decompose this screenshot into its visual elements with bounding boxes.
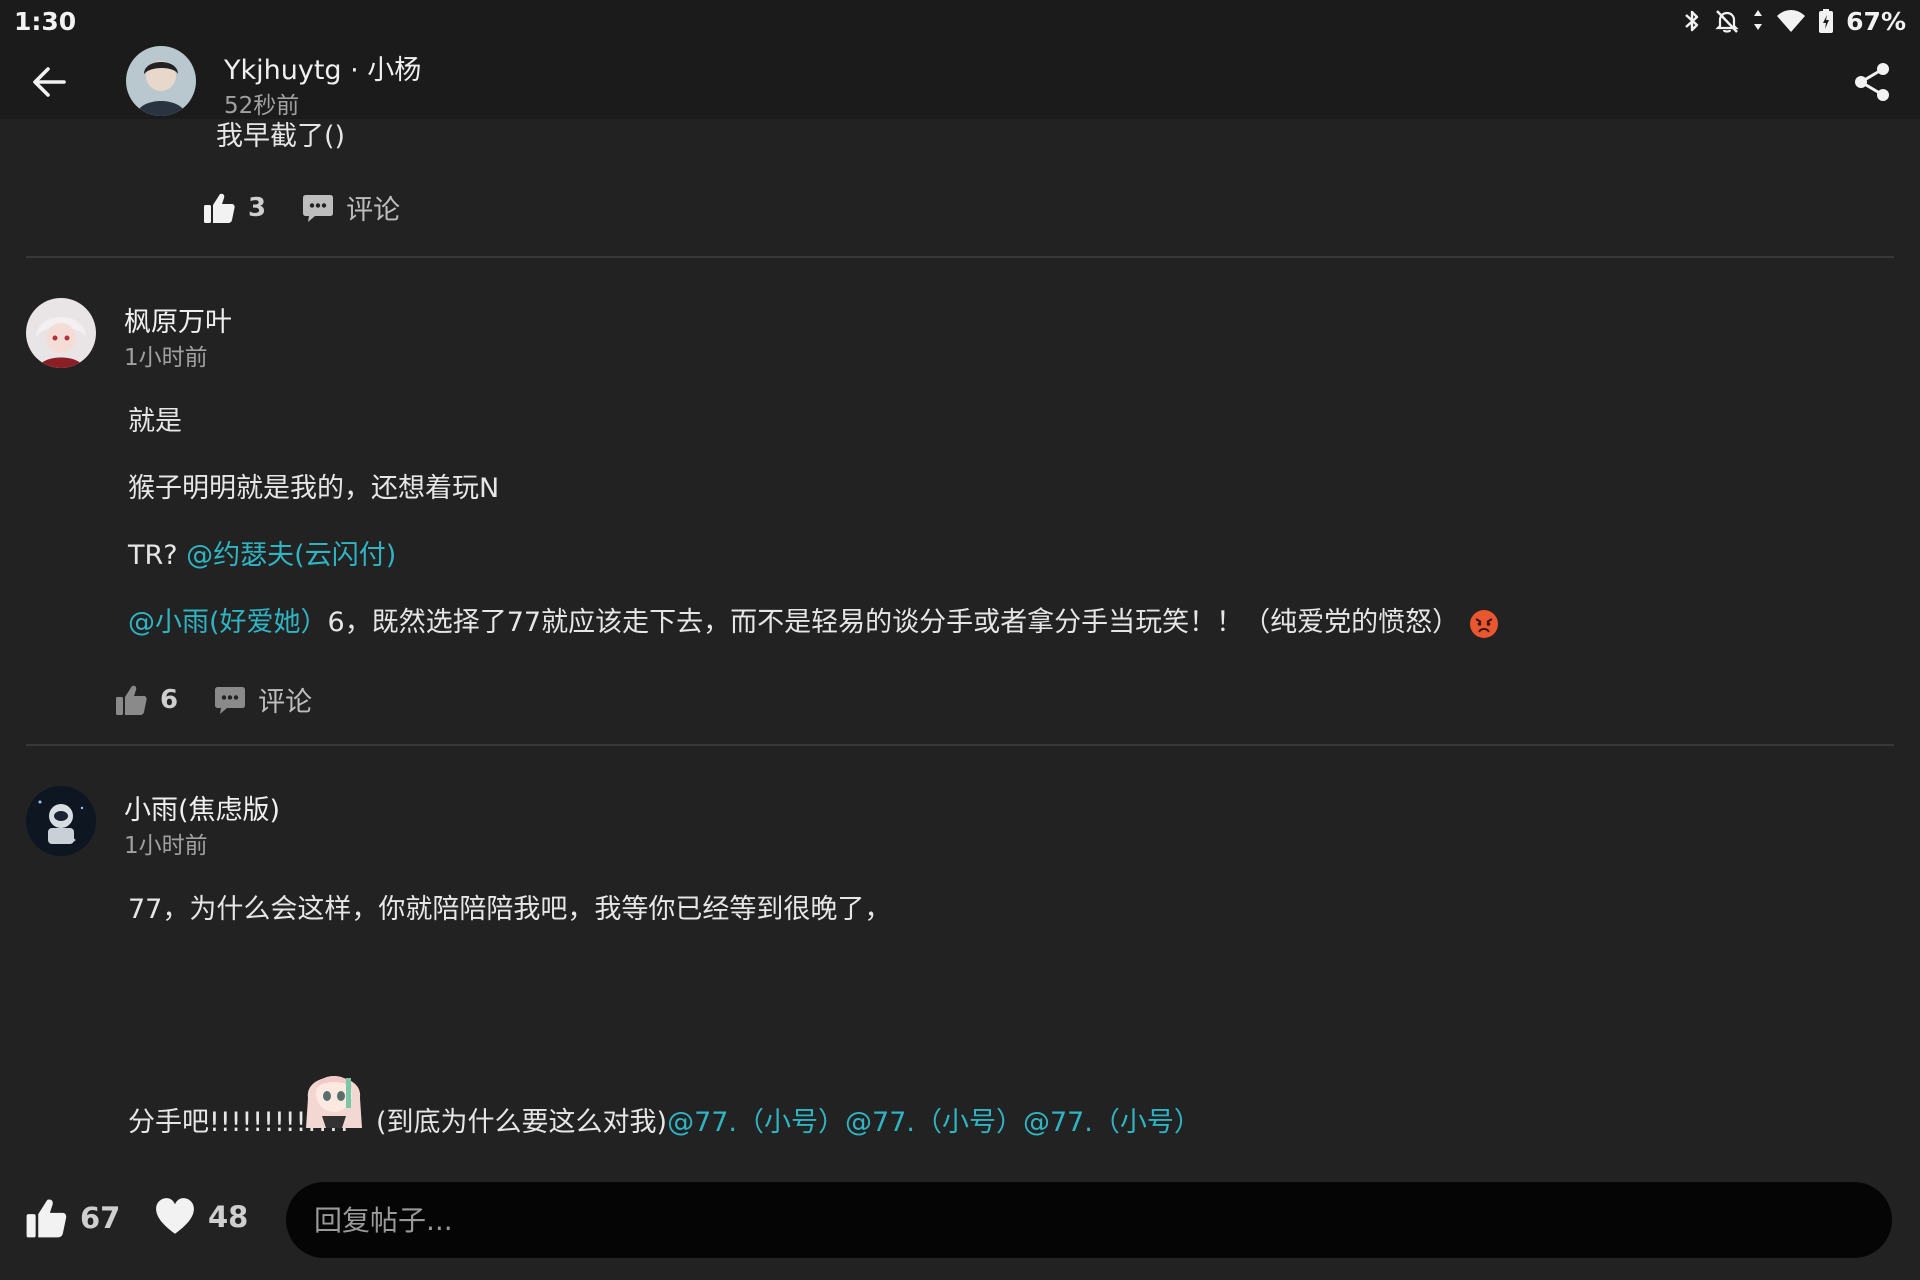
reply-actions: 6 评论 bbox=[114, 680, 312, 719]
mention-link[interactable]: @约瑟夫(云闪付) bbox=[186, 540, 396, 571]
text-segment: 6，既然选择了77就应该走下去，而不是轻易的谈分手或者拿分手当玩笑！！（纯爱党的… bbox=[327, 607, 1460, 638]
reply-text-line: 就是 bbox=[128, 406, 182, 437]
post-time: 52秒前 bbox=[224, 93, 300, 119]
comment-icon bbox=[303, 194, 334, 222]
reply-author-name[interactable]: 枫原万叶 bbox=[124, 300, 232, 339]
status-icons: 67% bbox=[1682, 7, 1906, 36]
reply-input[interactable] bbox=[286, 1182, 1892, 1258]
thumbs-up-icon bbox=[116, 685, 147, 715]
reply-author-name[interactable]: 小雨(焦虑版) bbox=[124, 788, 280, 827]
reply-time: 1小时前 bbox=[124, 833, 208, 859]
thumbs-up-icon bbox=[204, 193, 235, 223]
comment-label: 评论 bbox=[258, 687, 313, 718]
post-like-count: 67 bbox=[80, 1201, 121, 1235]
heart-icon bbox=[156, 1198, 194, 1234]
bluetooth-icon bbox=[1685, 10, 1699, 32]
reply-text-line: TR? @约瑟夫(云闪付) bbox=[128, 533, 396, 572]
reply-time: 1小时前 bbox=[124, 345, 208, 371]
divider bbox=[26, 256, 1894, 258]
reply-actions: 3 评论 bbox=[202, 188, 400, 227]
share-icon bbox=[1855, 63, 1889, 101]
comment-button[interactable]: 评论 bbox=[302, 188, 400, 227]
share-button[interactable] bbox=[1852, 60, 1892, 104]
like-button[interactable]: 3 bbox=[202, 191, 266, 225]
bell-off-icon bbox=[1715, 10, 1739, 33]
bottom-action-bar: 67 48 bbox=[0, 1176, 1920, 1280]
status-time: 1:30 bbox=[14, 6, 77, 36]
comment-label: 评论 bbox=[346, 195, 401, 226]
divider bbox=[26, 744, 1894, 746]
like-count: 3 bbox=[248, 192, 267, 223]
text-segment: TR? bbox=[128, 540, 187, 571]
angry-face-icon bbox=[1470, 609, 1499, 638]
reply-text-line: 猴子明明就是我的，还想着玩N bbox=[128, 473, 500, 504]
like-count: 6 bbox=[160, 684, 179, 715]
avatar[interactable] bbox=[26, 298, 96, 368]
battery-icon bbox=[1819, 9, 1834, 33]
top-app-bar: Ykjhuytg · 小杨 52秒前 bbox=[0, 42, 1920, 119]
post-detail-page: 1:30 67% Ykjhuytg · 小杨 52秒前 我早截了() 3 评论 … bbox=[0, 0, 1920, 1280]
reply-text-line: 77，为什么会这样，你就陪陪陪我吧，我等你已经等到很晚了， bbox=[128, 894, 892, 925]
data-arrows-icon bbox=[1754, 10, 1763, 30]
post-like-button[interactable]: 67 bbox=[24, 1196, 120, 1240]
author-avatar[interactable] bbox=[126, 46, 196, 116]
anime-sticker-image bbox=[302, 1058, 366, 1132]
battery-percent: 67% bbox=[1846, 6, 1906, 36]
status-bar: 1:30 67% bbox=[0, 0, 1920, 42]
arrow-left-icon bbox=[33, 67, 66, 97]
post-favorite-button[interactable]: 48 bbox=[154, 1196, 248, 1238]
mention-link[interactable]: @77.（小号）@77.（小号）@77.（小号） bbox=[667, 1107, 1201, 1138]
text-segment: (到底为什么要这么对我) bbox=[376, 1107, 668, 1138]
comment-icon bbox=[215, 686, 246, 714]
back-button[interactable] bbox=[28, 60, 72, 104]
avatar[interactable] bbox=[26, 786, 96, 856]
reply-text-line: (到底为什么要这么对我)@77.（小号）@77.（小号）@77.（小号） bbox=[376, 1100, 1201, 1139]
post-favorite-count: 48 bbox=[208, 1200, 249, 1234]
mention-link[interactable]: @小雨(好爱她） bbox=[128, 607, 328, 638]
reply-text-line: @小雨(好爱她）6，既然选择了77就应该走下去，而不是轻易的谈分手或者拿分手当玩… bbox=[128, 600, 1499, 639]
post-author-name[interactable]: Ykjhuytg · 小杨 bbox=[224, 48, 421, 87]
like-button[interactable]: 6 bbox=[114, 683, 178, 717]
wifi-icon bbox=[1777, 10, 1806, 32]
thumbs-up-icon bbox=[26, 1199, 67, 1238]
comment-button[interactable]: 评论 bbox=[214, 680, 312, 719]
